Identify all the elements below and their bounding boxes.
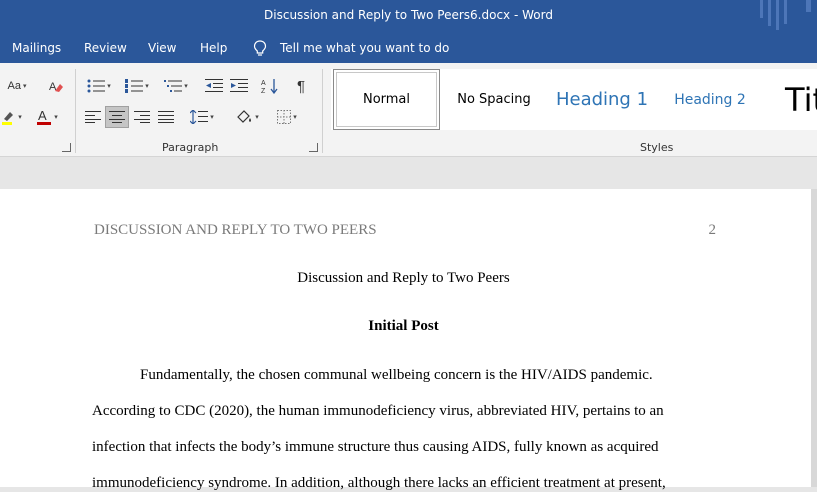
numbering-button[interactable]: ▾ <box>120 75 154 97</box>
styles-group-label: Styles <box>640 141 674 154</box>
ribbon: Aa ▾ A ▾ A ▾ ▾ ▾ ▾ A Z ¶ ▾ ▾ ▾ Paragraph… <box>0 63 817 157</box>
decrease-indent-icon <box>205 79 223 92</box>
style-heading-2[interactable]: Heading 2 <box>659 69 761 130</box>
decorative-stripe <box>760 0 763 18</box>
menu-bar: Mailings Review View Help Tell me what y… <box>0 33 817 63</box>
font-dialog-launcher[interactable] <box>62 143 71 152</box>
align-left-icon <box>85 111 101 123</box>
multilevel-list-icon <box>164 80 183 92</box>
clear-formatting-icon: A <box>49 81 63 93</box>
paragraph-group-label: Paragraph <box>162 141 219 154</box>
tab-review[interactable]: Review <box>84 41 127 55</box>
multilevel-list-button[interactable]: ▾ <box>159 75 193 97</box>
tab-mailings[interactable]: Mailings <box>12 41 61 55</box>
change-case-button[interactable]: Aa ▾ <box>0 75 34 97</box>
decrease-indent-button[interactable] <box>203 75 225 97</box>
body-line: immunodeficiency syndrome. In addition, … <box>92 475 666 491</box>
styles-gallery: Normal No Spacing Heading 1 Heading 2 Ti… <box>331 69 817 130</box>
line-spacing-button[interactable]: ▾ <box>186 106 218 128</box>
style-no-spacing[interactable]: No Spacing <box>443 69 545 130</box>
document-title: Discussion and Reply to Two Peers <box>297 270 510 286</box>
decorative-stripe <box>784 0 787 24</box>
group-separator <box>75 69 76 153</box>
highlight-color-button[interactable]: ▾ <box>0 106 24 128</box>
document-page[interactable]: DISCUSSION AND REPLY TO TWO PEERS 2 Disc… <box>0 189 817 491</box>
align-right-button[interactable] <box>131 106 153 128</box>
align-left-button[interactable] <box>82 106 104 128</box>
style-title[interactable]: Tit <box>785 69 817 130</box>
body-line: Fundamentally, the chosen communal wellb… <box>140 367 653 383</box>
highlighter-icon <box>2 112 14 125</box>
clear-formatting-button[interactable]: A <box>44 75 68 97</box>
running-header: DISCUSSION AND REPLY TO TWO PEERS <box>94 222 377 238</box>
tell-me-search[interactable]: Tell me what you want to do <box>280 41 449 55</box>
paragraph-dialog-launcher[interactable] <box>309 143 318 152</box>
paint-bucket-icon <box>237 110 252 123</box>
align-center-icon <box>109 111 125 123</box>
group-separator <box>322 69 323 153</box>
shading-button[interactable]: ▾ <box>230 106 264 128</box>
style-heading-1[interactable]: Heading 1 <box>549 69 655 130</box>
bullets-button[interactable]: ▾ <box>82 75 116 97</box>
sort-button[interactable]: A Z <box>259 75 281 97</box>
increase-indent-icon <box>230 79 248 92</box>
decorative-stripe <box>776 0 779 30</box>
borders-button[interactable]: ▾ <box>270 106 304 128</box>
title-bar: Discussion and Reply to Two Peers6.docx … <box>0 0 817 33</box>
numbering-icon <box>125 79 144 93</box>
pilcrow-icon: ¶ <box>296 77 306 95</box>
font-color-icon: A <box>37 108 52 125</box>
borders-icon <box>277 110 292 124</box>
justify-button[interactable] <box>155 106 177 128</box>
page-edge <box>811 189 817 487</box>
center-align-button[interactable] <box>105 106 129 128</box>
svg-text:A: A <box>261 80 266 87</box>
bullets-icon <box>87 79 106 93</box>
tab-view[interactable]: View <box>148 41 176 55</box>
body-line: According to CDC (2020), the human immun… <box>92 403 664 419</box>
lightbulb-icon[interactable] <box>253 40 267 56</box>
increase-indent-button[interactable] <box>228 75 250 97</box>
svg-text:A: A <box>38 108 47 123</box>
justify-icon <box>158 111 174 123</box>
font-color-button[interactable]: A ▾ <box>30 106 64 128</box>
svg-text:Z: Z <box>261 88 266 94</box>
align-right-icon <box>134 111 150 123</box>
decorative-stripe <box>806 0 811 12</box>
tab-help[interactable]: Help <box>200 41 227 55</box>
line-spacing-icon <box>190 110 209 124</box>
decorative-stripe <box>768 0 771 26</box>
show-formatting-marks-button[interactable]: ¶ <box>290 75 312 97</box>
document-background <box>0 157 817 189</box>
window-title: Discussion and Reply to Two Peers6.docx … <box>264 8 553 22</box>
change-case-label: Aa <box>7 80 21 92</box>
sort-icon: A Z <box>261 79 278 94</box>
body-line: infection that infects the body’s immune… <box>92 439 659 455</box>
section-heading: Initial Post <box>368 318 439 334</box>
style-normal[interactable]: Normal <box>333 69 440 130</box>
page-number: 2 <box>708 222 717 238</box>
